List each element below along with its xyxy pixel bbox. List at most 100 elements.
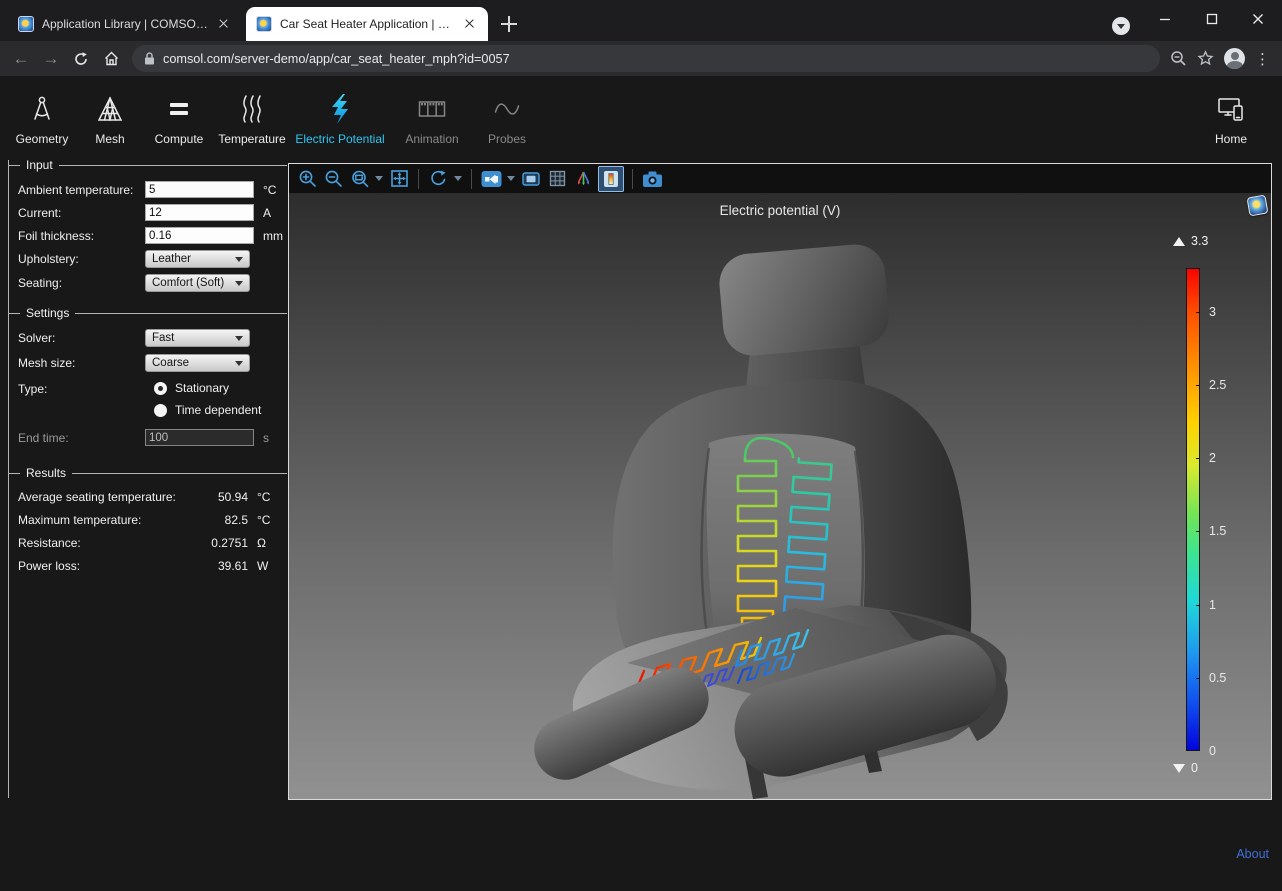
app-ribbon: Geometry Mesh Compute Temperature	[0, 76, 1282, 160]
colorbar-tick-label: 3	[1209, 305, 1216, 319]
solver-select[interactable]: Fast	[145, 329, 250, 347]
chevron-down-icon	[235, 361, 243, 370]
ribbon-electric-potential-button[interactable]: Electric Potential	[290, 76, 390, 146]
browser-menu-icon[interactable]: ⋮	[1255, 50, 1270, 68]
mesh-size-select[interactable]: Coarse	[145, 354, 250, 372]
projection-view-icon[interactable]	[480, 168, 502, 190]
zoom-in-icon[interactable]	[296, 168, 318, 190]
grid-icon[interactable]	[546, 168, 568, 190]
field-label: Current:	[18, 206, 145, 220]
chevron-down-icon	[235, 257, 243, 266]
ribbon-temperature-button[interactable]: Temperature	[214, 76, 290, 146]
colorbar-tick-label: 1.5	[1209, 524, 1226, 538]
zoom-box-icon[interactable]	[348, 168, 370, 190]
toolbar-separator	[418, 169, 419, 189]
tab-close-icon[interactable]	[462, 16, 478, 32]
ambient-temperature-input[interactable]	[145, 181, 254, 198]
time-dependent-radio-row: Time dependent	[154, 403, 287, 417]
reload-button[interactable]	[66, 46, 96, 72]
zoom-box-dropdown-caret[interactable]	[374, 168, 384, 190]
back-button[interactable]: ←	[6, 46, 36, 72]
url-text: comsol.com/server-demo/app/car_seat_heat…	[163, 52, 510, 66]
end-time-input	[145, 429, 254, 446]
foil-thickness-input[interactable]	[145, 227, 254, 244]
mesh-triangle-icon	[97, 91, 123, 127]
ribbon-compute-button[interactable]: Compute	[144, 76, 214, 146]
electric-potential-bolt-icon	[329, 91, 351, 127]
home-button[interactable]	[96, 46, 126, 72]
axes-icon[interactable]	[572, 168, 594, 190]
min-arrow-icon	[1173, 764, 1185, 773]
bookmark-star-icon[interactable]	[1197, 50, 1214, 67]
projection-dropdown-caret[interactable]	[506, 168, 516, 190]
new-tab-button[interactable]	[500, 15, 518, 33]
field-label: Foil thickness:	[18, 229, 145, 243]
unit-label: mm	[263, 229, 283, 243]
field-label: Solver:	[18, 331, 145, 345]
tab-close-icon[interactable]	[216, 16, 232, 32]
nav-right-cluster: ⋮	[1170, 48, 1282, 69]
sidebar-form: Input Ambient temperature: °C Current: A…	[9, 158, 287, 581]
zoom-indicator-icon[interactable]	[1170, 50, 1187, 67]
window-maximize-button[interactable]	[1197, 8, 1227, 30]
color-legend-toggle[interactable]	[598, 166, 624, 192]
tab-car-seat-heater[interactable]: Car Seat Heater Application | CO	[246, 7, 488, 41]
toolbar-separator	[632, 169, 633, 189]
plot-canvas[interactable]: Electric potential (V)	[289, 193, 1271, 799]
ribbon-probes-button: Probes	[474, 76, 540, 146]
chevron-down-icon	[235, 281, 243, 290]
stationary-radio-row: Stationary	[154, 381, 287, 395]
application-window: Application Library | COMSOL Se Car Seat…	[0, 0, 1282, 891]
settings-section-header: Settings	[9, 306, 287, 320]
result-unit: Ω	[257, 536, 287, 550]
section-title: Input	[26, 158, 53, 172]
about-link[interactable]: About	[1236, 847, 1269, 861]
lock-icon	[144, 52, 155, 65]
result-value: 50.94	[180, 490, 248, 504]
compute-equals-icon	[167, 91, 191, 127]
colorbar-tick-label: 1	[1209, 598, 1216, 612]
result-label: Maximum temperature:	[18, 513, 180, 527]
section-title: Results	[26, 466, 66, 480]
section-title: Settings	[26, 306, 69, 320]
scene-light-icon[interactable]	[520, 168, 542, 190]
results-section-header: Results	[9, 466, 287, 480]
field-label: Upholstery:	[18, 252, 145, 266]
unit-label: °C	[263, 183, 276, 197]
address-bar[interactable]: comsol.com/server-demo/app/car_seat_heat…	[132, 45, 1160, 72]
upholstery-select[interactable]: Leather	[145, 250, 250, 268]
animation-filmstrip-icon	[418, 91, 446, 127]
upholstery-row: Upholstery: Leather	[18, 250, 287, 268]
result-row: Average seating temperature: 50.94 °C	[18, 489, 287, 505]
rotate-dropdown-caret[interactable]	[453, 168, 463, 190]
chevron-down-icon	[235, 336, 243, 345]
result-unit: W	[257, 559, 287, 573]
radio-label: Time dependent	[175, 403, 261, 417]
stationary-radio[interactable]	[154, 382, 167, 395]
solver-row: Solver: Fast	[18, 329, 287, 347]
time-dependent-radio[interactable]	[154, 404, 167, 417]
field-label: Ambient temperature:	[18, 183, 145, 197]
seating-select[interactable]: Comfort (Soft)	[145, 274, 250, 292]
tab-application-library[interactable]: Application Library | COMSOL Se	[8, 7, 242, 41]
car-seat-3d-model[interactable]	[289, 193, 1271, 799]
profile-avatar[interactable]	[1224, 48, 1245, 69]
ribbon-mesh-button[interactable]: Mesh	[76, 76, 144, 146]
zoom-out-icon[interactable]	[322, 168, 344, 190]
tab-search-button[interactable]	[1112, 17, 1130, 35]
ribbon-home-button[interactable]: Home	[1200, 76, 1262, 146]
zoom-extents-icon[interactable]	[388, 168, 410, 190]
screenshot-camera-icon[interactable]	[641, 168, 663, 190]
forward-button[interactable]: →	[36, 46, 66, 72]
temperature-heat-waves-icon	[239, 91, 265, 127]
current-input[interactable]	[145, 204, 254, 221]
window-close-button[interactable]	[1243, 8, 1273, 30]
result-label: Power loss:	[18, 559, 180, 573]
result-value: 39.61	[180, 559, 248, 573]
result-value: 0.2751	[180, 536, 248, 550]
result-unit: °C	[257, 513, 287, 527]
window-minimize-button[interactable]	[1150, 8, 1180, 30]
rotate-view-icon[interactable]	[427, 168, 449, 190]
ribbon-geometry-button[interactable]: Geometry	[8, 76, 76, 146]
input-section-header: Input	[9, 158, 287, 172]
